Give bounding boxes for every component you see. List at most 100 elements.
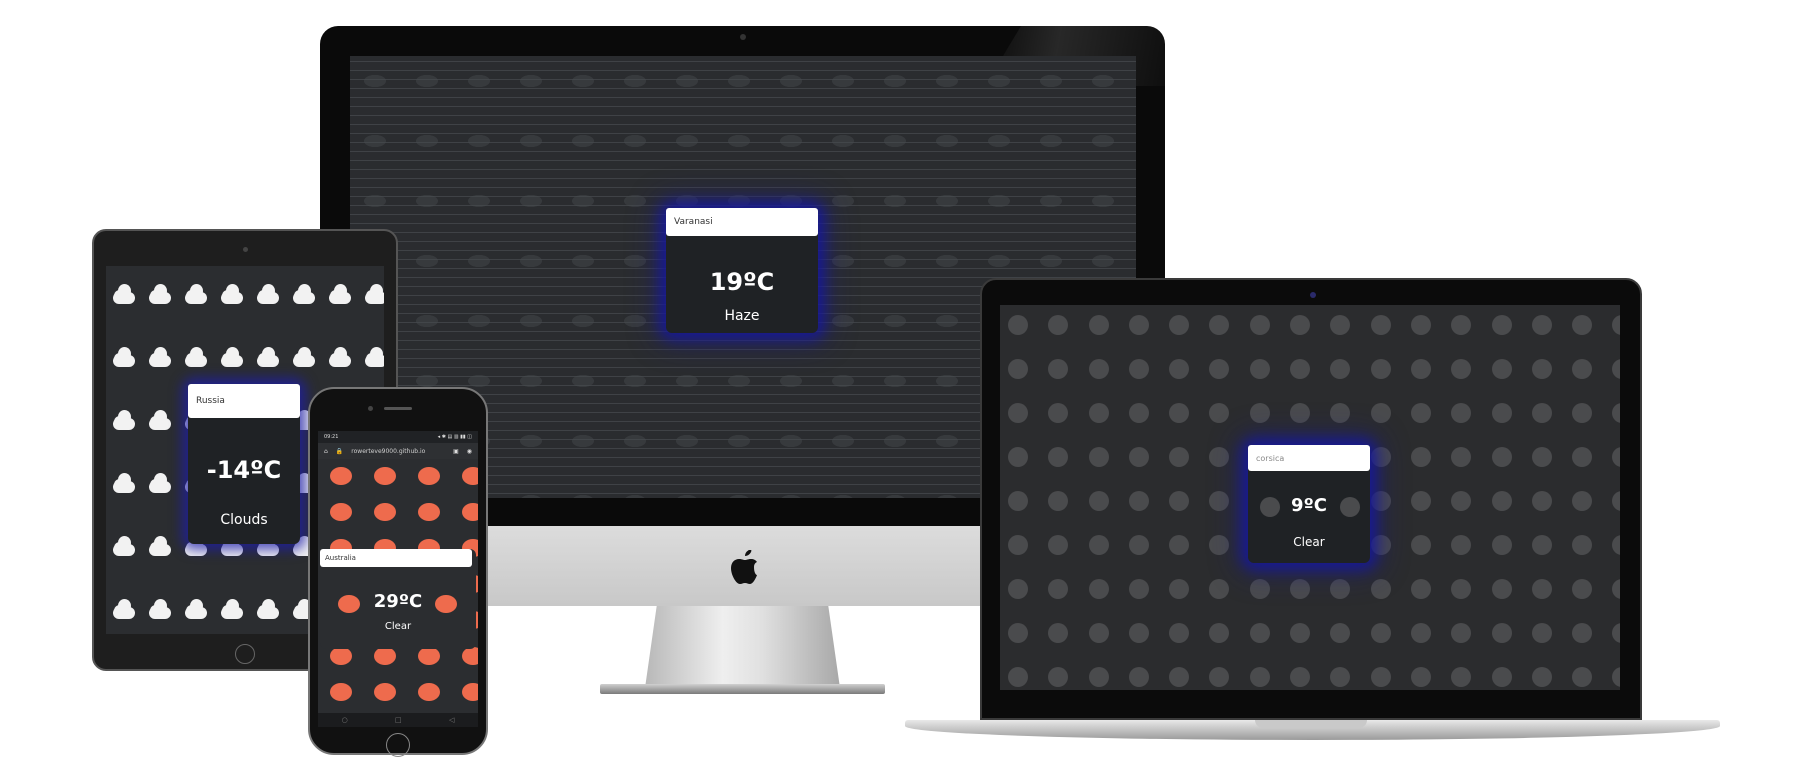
temperature-value: 9ºC bbox=[1291, 495, 1327, 516]
sun-dot bbox=[418, 503, 440, 521]
grey-dot bbox=[1128, 579, 1149, 599]
eye-icon[interactable]: ◉ bbox=[467, 448, 472, 455]
grey-dot bbox=[1008, 315, 1028, 335]
grey-dot bbox=[1169, 579, 1190, 599]
grey-dot bbox=[1370, 491, 1391, 511]
grey-dot bbox=[1612, 359, 1620, 379]
grey-dot bbox=[1410, 579, 1431, 599]
browser-address-bar: ⌂ 🔒 rowerteve9000.github.io ▣ ◉ bbox=[318, 443, 478, 459]
grey-dot bbox=[1249, 579, 1270, 599]
grey-dot bbox=[1451, 359, 1472, 379]
grey-dot bbox=[1209, 535, 1230, 555]
grey-dot bbox=[1128, 623, 1149, 643]
grey-dot bbox=[1128, 667, 1149, 687]
grey-dot bbox=[1410, 403, 1431, 423]
grey-dot bbox=[1169, 535, 1190, 555]
grey-dot bbox=[1451, 447, 1472, 467]
cloud-icon bbox=[254, 347, 280, 367]
phone-home-button[interactable] bbox=[386, 733, 410, 757]
grey-dot bbox=[1290, 579, 1311, 599]
grey-dot bbox=[1572, 491, 1593, 511]
imac-stand-base bbox=[600, 684, 885, 694]
grey-dot bbox=[1209, 447, 1230, 467]
sun-dot bbox=[374, 467, 396, 485]
grey-dot bbox=[1048, 667, 1069, 687]
grey-dot bbox=[1209, 403, 1230, 423]
city-search-input[interactable] bbox=[666, 208, 818, 236]
phone-camera bbox=[368, 406, 373, 411]
ipad-home-button[interactable] bbox=[235, 644, 255, 664]
city-search-input[interactable] bbox=[320, 549, 472, 567]
grey-dot bbox=[1410, 315, 1431, 335]
grey-dot bbox=[1370, 623, 1391, 643]
grey-dot bbox=[1169, 315, 1190, 335]
imac-camera bbox=[740, 34, 746, 40]
grey-dot bbox=[1249, 403, 1270, 423]
grey-dot bbox=[1491, 447, 1512, 467]
cloud-icon bbox=[110, 536, 136, 556]
cloud-icon bbox=[110, 347, 136, 367]
cloud-icon bbox=[146, 347, 172, 367]
temperature-value: -14ºC bbox=[206, 456, 282, 484]
nav-home-icon[interactable]: ○ bbox=[342, 716, 348, 724]
macbook-display: 9ºC Clear bbox=[980, 278, 1642, 720]
sun-dot bbox=[418, 647, 440, 665]
grey-dot bbox=[1531, 535, 1552, 555]
grey-dot bbox=[1531, 491, 1552, 511]
cloud-icon bbox=[182, 284, 208, 304]
sun-dot bbox=[462, 467, 478, 485]
city-search-input[interactable] bbox=[188, 384, 300, 418]
grey-dot bbox=[1491, 667, 1512, 687]
apple-logo-icon bbox=[731, 550, 757, 584]
grey-dot bbox=[1531, 623, 1552, 643]
grey-dot bbox=[1612, 535, 1620, 555]
sun-dot bbox=[418, 467, 440, 485]
nav-recents-icon[interactable]: □ bbox=[395, 716, 402, 724]
sun-dot bbox=[330, 467, 352, 485]
status-bar: 09:21 ◂ ✱ ▤ ▥ ▮▮ ◫ bbox=[318, 431, 478, 443]
grey-dot bbox=[1491, 623, 1512, 643]
grey-dot bbox=[1491, 535, 1512, 555]
grey-dot bbox=[1048, 579, 1069, 599]
cloud-icon bbox=[110, 599, 136, 619]
grey-dot bbox=[1048, 447, 1069, 467]
grey-dot bbox=[1612, 447, 1620, 467]
cloud-icon bbox=[182, 599, 208, 619]
grey-dot bbox=[1088, 535, 1109, 555]
grey-dot bbox=[1572, 447, 1593, 467]
grey-dot bbox=[1370, 579, 1391, 599]
tab-icon[interactable]: ▣ bbox=[453, 448, 459, 455]
grey-dot bbox=[1209, 359, 1230, 379]
phone-speaker bbox=[384, 407, 412, 410]
grey-dot bbox=[1008, 491, 1028, 511]
grey-dot bbox=[1451, 315, 1472, 335]
cloud-icon bbox=[218, 347, 244, 367]
temperature-value: 19ºC bbox=[709, 268, 775, 296]
cloud-icon bbox=[254, 284, 280, 304]
cloud-icon bbox=[326, 347, 352, 367]
grey-dot bbox=[1451, 403, 1472, 423]
sun-dot bbox=[330, 647, 352, 665]
city-search-input[interactable] bbox=[1248, 445, 1370, 471]
home-icon[interactable]: ⌂ bbox=[324, 448, 328, 455]
macbook-camera bbox=[1310, 292, 1316, 298]
grey-dot bbox=[1048, 623, 1069, 643]
grey-dot bbox=[1128, 359, 1149, 379]
grey-dot bbox=[1612, 315, 1620, 335]
nav-back-icon[interactable]: ◁ bbox=[449, 716, 454, 724]
grey-dot bbox=[1531, 447, 1552, 467]
grey-dot bbox=[1088, 579, 1109, 599]
grey-dot bbox=[1612, 623, 1620, 643]
url-text[interactable]: rowerteve9000.github.io bbox=[351, 448, 445, 455]
grey-dot bbox=[1491, 403, 1512, 423]
sun-dot bbox=[374, 683, 396, 701]
grey-dot bbox=[1612, 667, 1620, 687]
grey-dot bbox=[1290, 359, 1311, 379]
grey-dot bbox=[1451, 535, 1472, 555]
cloud-icon bbox=[146, 536, 172, 556]
grey-dot bbox=[1169, 359, 1190, 379]
grey-dot bbox=[1531, 579, 1552, 599]
grey-dot bbox=[1048, 535, 1069, 555]
weather-card: 19ºC Haze bbox=[666, 208, 818, 333]
weather-condition: Haze bbox=[724, 308, 760, 324]
